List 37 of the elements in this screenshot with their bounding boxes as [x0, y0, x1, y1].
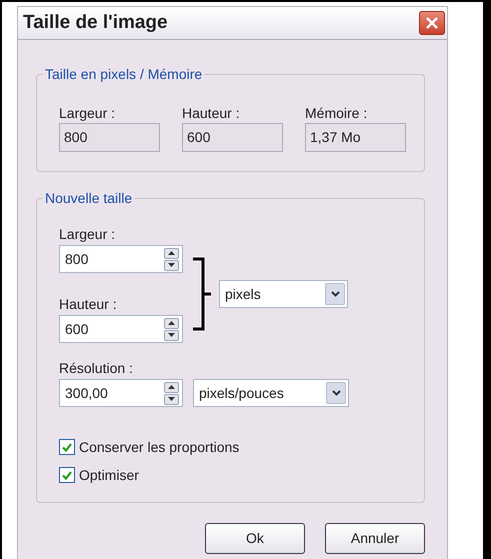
field-label: Mémoire : [305, 104, 368, 122]
checkmark-icon [62, 470, 72, 480]
down-arrow-icon [168, 397, 175, 401]
field-label: Hauteur : [182, 104, 241, 122]
resolution-field[interactable]: 300,00 [59, 379, 183, 407]
field-label: Largeur : [59, 104, 116, 122]
checkmark-icon [62, 442, 72, 452]
spin-buttons[interactable] [164, 318, 179, 340]
field-label: Résolution : [59, 359, 134, 377]
spin-buttons[interactable] [164, 382, 179, 404]
close-icon [426, 17, 438, 29]
checkbox-option[interactable]: Optimiser [59, 467, 139, 483]
checkbox[interactable] [59, 439, 75, 455]
checkbox-option[interactable]: Conserver les proportions [59, 439, 240, 455]
chevron-down-icon [332, 390, 340, 396]
spin-buttons[interactable] [164, 248, 179, 270]
checkbox[interactable] [59, 467, 75, 483]
up-arrow-icon [168, 321, 175, 325]
dialog-button[interactable]: Annuler [325, 523, 425, 554]
field-label: Largeur : [59, 225, 116, 243]
up-arrow-icon [168, 385, 175, 389]
readonly-field: 600 [182, 123, 283, 152]
unit-dropdown[interactable]: pixels/pouces [193, 379, 349, 407]
field-label: Hauteur : [59, 295, 118, 313]
height-field[interactable]: 600 [59, 315, 183, 343]
up-arrow-icon [168, 251, 175, 255]
down-arrow-icon [168, 263, 175, 267]
unit-dropdown[interactable]: pixels [219, 280, 348, 308]
window-title: Taille de l'image [23, 10, 168, 35]
link-bracket-icon [193, 257, 211, 331]
close-button[interactable] [419, 11, 445, 35]
width-field[interactable]: 800 [59, 245, 183, 273]
dialog-button[interactable]: Ok [205, 523, 305, 554]
readonly-field: 1,37 Mo [305, 123, 406, 152]
chevron-down-icon [330, 291, 340, 297]
readonly-field: 800 [59, 123, 160, 152]
down-arrow-icon [168, 333, 175, 337]
